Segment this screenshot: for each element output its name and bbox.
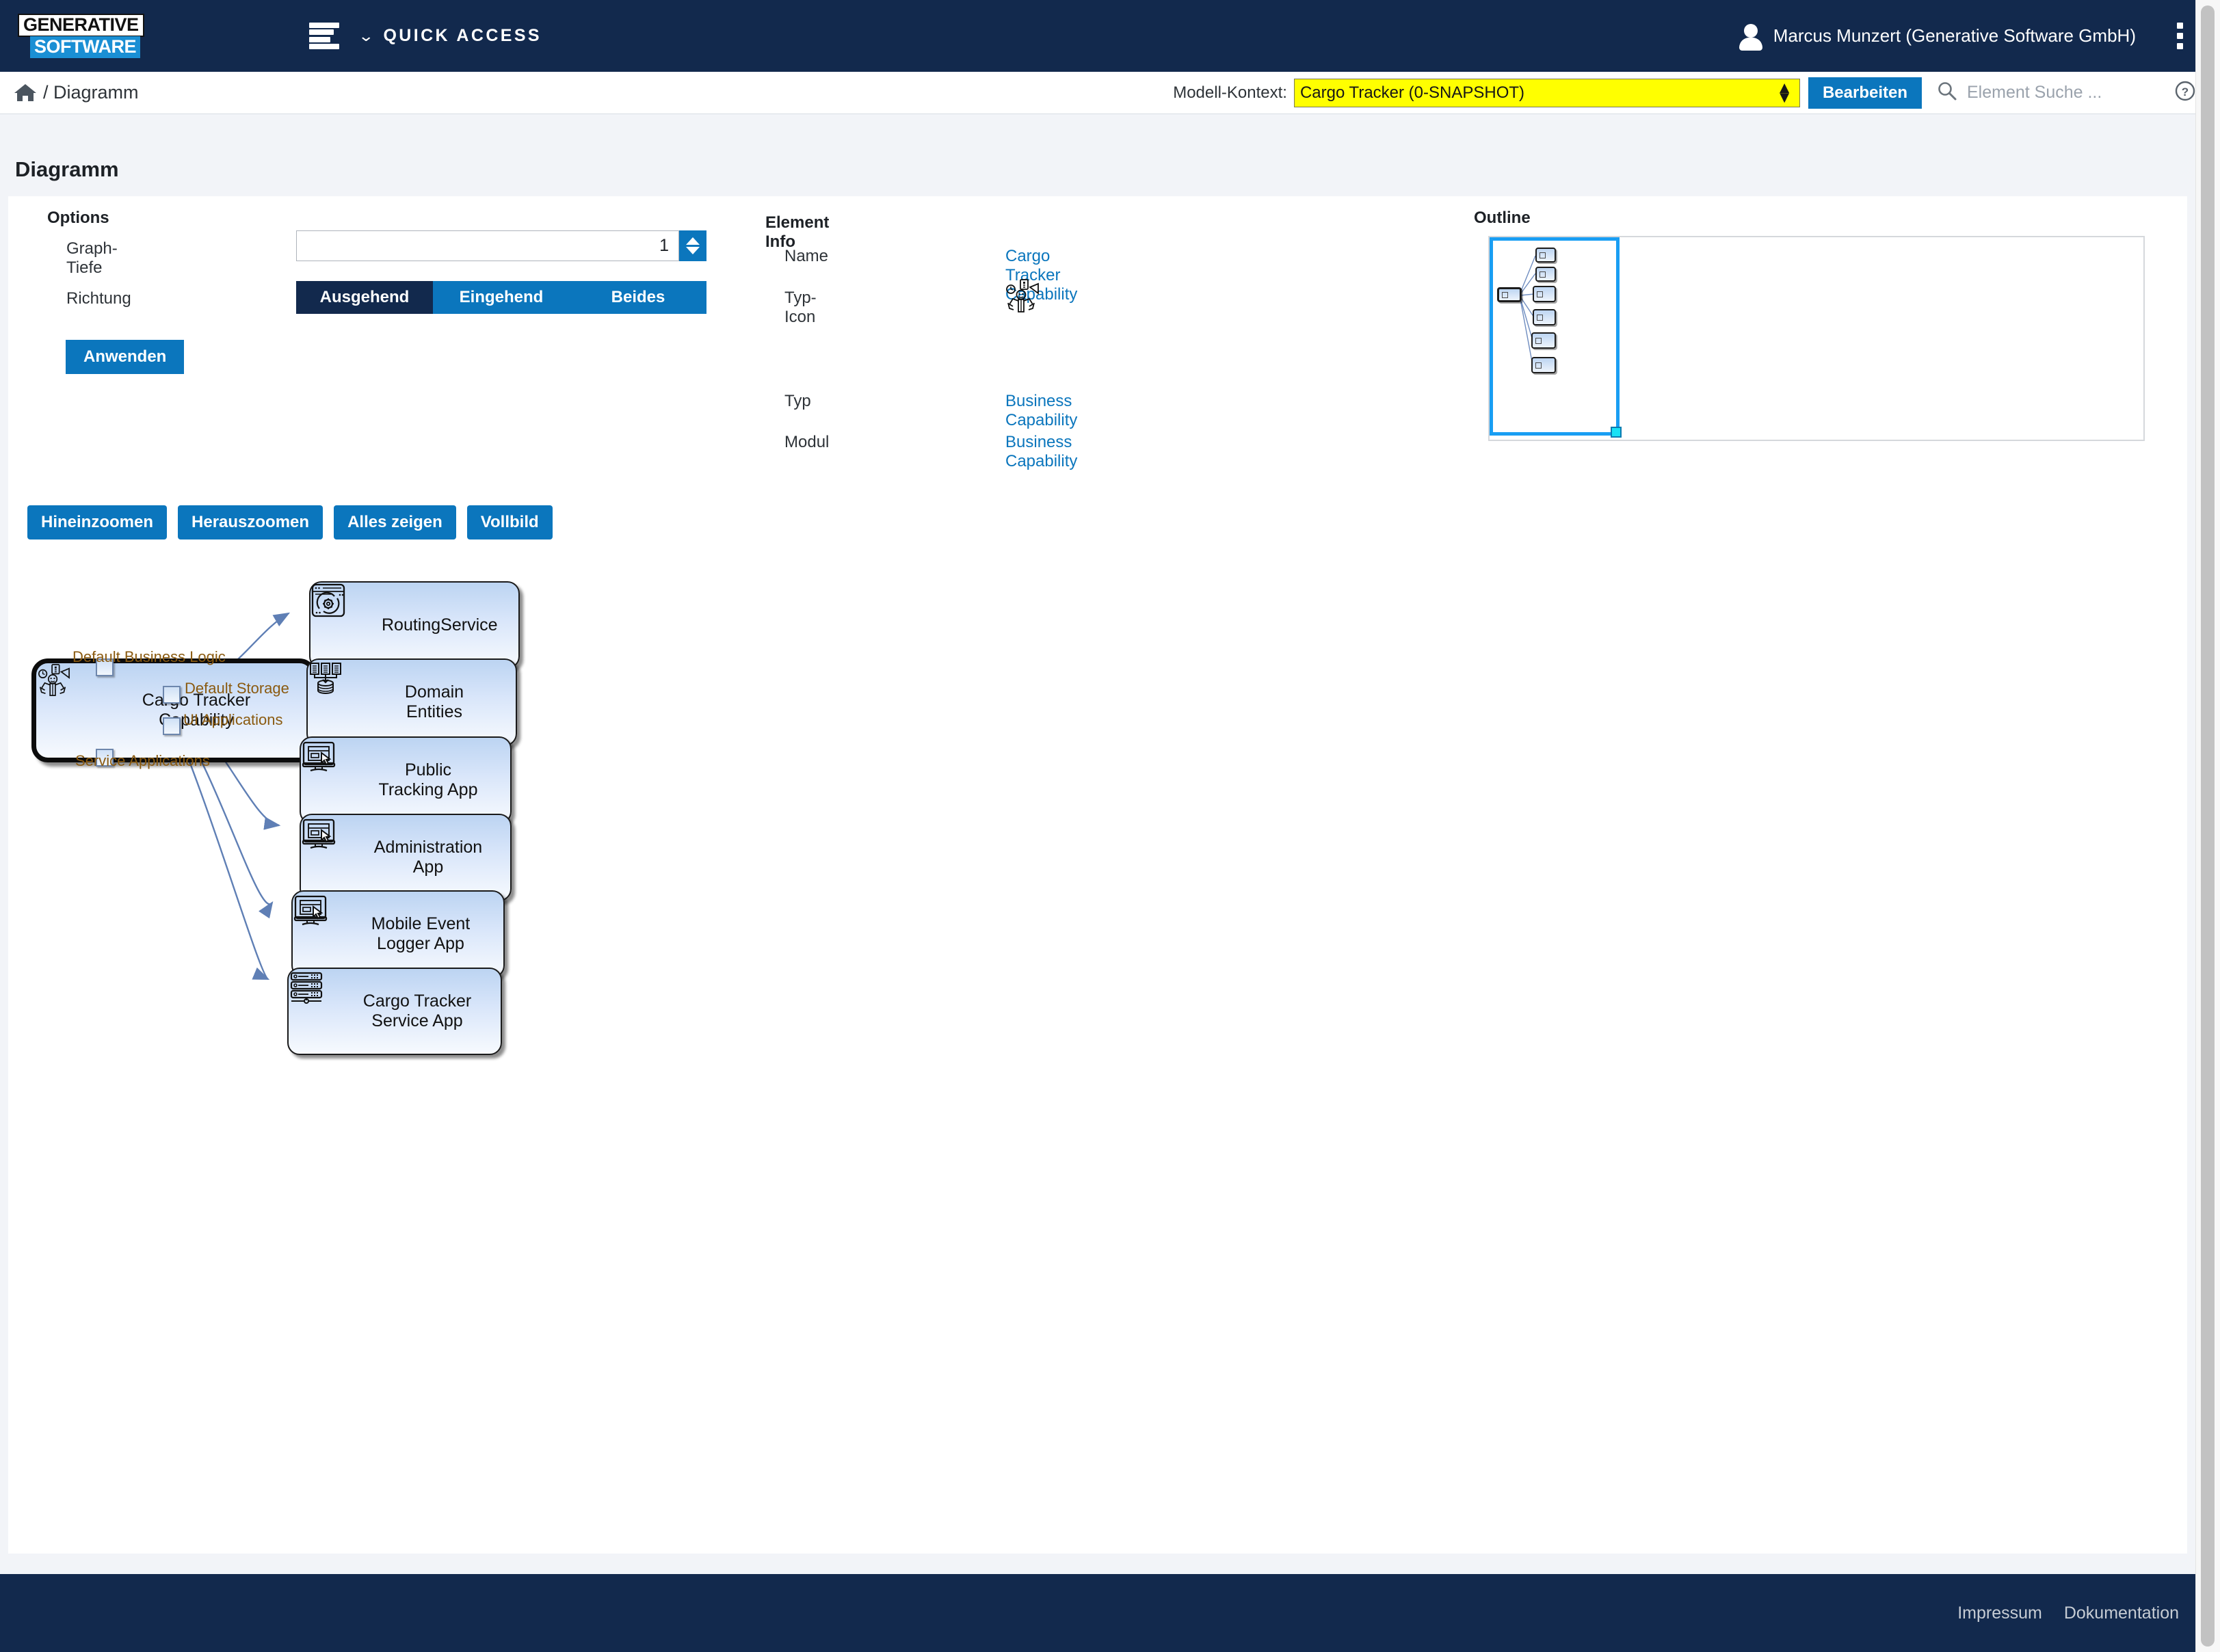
zoom-toolbar: Hineinzoomen Herauszoomen Alles zeigen V… — [27, 505, 553, 539]
logo-line-generative: GENERATIVE — [18, 14, 144, 37]
quick-access-menu[interactable]: ⌄ QUICK ACCESS — [358, 26, 542, 46]
outline-node — [1535, 248, 1556, 263]
stepper-down-icon — [686, 247, 700, 254]
element-info-key-name: Name — [784, 247, 829, 265]
graph-depth-input[interactable] — [296, 230, 679, 261]
outline-viewport[interactable] — [1490, 237, 1622, 438]
apply-button[interactable]: Anwenden — [66, 340, 185, 374]
stepper-up-icon — [686, 237, 700, 245]
diagram-port-label-ui-applications: UI Applications — [183, 711, 283, 728]
diagram-port-default-storage[interactable] — [163, 686, 181, 704]
application-root: GENERATIVE SOFTWARE ⌄ QUICK ACCESS Marcu… — [0, 0, 2220, 1652]
business-capability-icon — [1004, 278, 1040, 317]
outline-node — [1531, 332, 1556, 349]
outline-node-icon — [1537, 291, 1543, 297]
scrollbar-thumb[interactable] — [2201, 5, 2215, 1647]
diagram-port-label-default-storage: Default Storage — [185, 680, 289, 697]
outline-node — [1533, 309, 1556, 325]
graph-depth-label: Graph-Tiefe — [66, 239, 118, 277]
home-icon[interactable] — [14, 83, 37, 103]
diagram-node-label: Administration App — [373, 838, 483, 877]
svg-text:?: ? — [2182, 85, 2189, 98]
direction-label: Richtung — [66, 289, 131, 308]
top-navigation-bar: GENERATIVE SOFTWARE ⌄ QUICK ACCESS Marcu… — [0, 0, 2195, 72]
select-arrows-icon: ▲ ▼ — [1776, 79, 1793, 107]
element-search — [1937, 81, 2165, 105]
direction-option-ausgehend[interactable]: Ausgehend — [296, 281, 433, 314]
vertical-scrollbar[interactable] — [2195, 0, 2220, 1652]
fullscreen-button[interactable]: Vollbild — [466, 505, 553, 539]
context-bar: / Diagramm Modell-Kontext: Cargo Tracker… — [0, 72, 2195, 114]
show-all-button[interactable]: Alles zeigen — [334, 505, 456, 539]
model-context-select[interactable]: Cargo Tracker (0-SNAPSHOT) ▲ ▼ — [1293, 78, 1800, 107]
diagram-node-routingservice[interactable]: RoutingService — [309, 581, 520, 669]
graph-depth-stepper — [296, 230, 706, 261]
element-info-key-typ: Typ — [784, 392, 811, 410]
outline-node-icon — [1535, 338, 1542, 344]
page-body: Diagramm Options Graph-Tiefe Richtung Au… — [0, 114, 2195, 1574]
element-info-key-typ-icon: Typ-Icon — [784, 289, 817, 326]
diagram-canvas[interactable]: Cargo Tracker Capability Default Busines… — [27, 552, 2168, 1523]
model-context-value: Cargo Tracker (0-SNAPSHOT) — [1299, 83, 1525, 102]
footer-link-dokumentation[interactable]: Dokumentation — [2064, 1603, 2179, 1623]
outline-node — [1535, 267, 1556, 282]
outline-node-icon — [1502, 292, 1508, 298]
diagram-node-cargo-tracker-service-app[interactable]: Cargo Tracker Service App — [287, 968, 502, 1055]
diagram-node-label: Cargo Tracker Service App — [362, 991, 472, 1030]
diagram-node-cargo-tracker-capability[interactable]: Cargo Tracker Capability — [31, 658, 316, 762]
chevron-down-icon: ⌄ — [358, 27, 375, 44]
diagram-port-label-service-applications: Service Applications — [75, 752, 210, 769]
kebab-menu-icon[interactable] — [2177, 23, 2183, 49]
direction-option-eingehend[interactable]: Eingehend — [433, 281, 570, 314]
outline-node — [1533, 286, 1556, 302]
diagram-node-public-tracking-app[interactable]: Public Tracking App — [300, 736, 512, 824]
diagram-node-label: Mobile Event Logger App — [371, 914, 471, 953]
logo-line-software: SOFTWARE — [30, 36, 140, 58]
avatar — [1739, 23, 1762, 51]
hamburger-icon[interactable] — [309, 22, 339, 50]
graph-depth-spinner[interactable] — [679, 230, 706, 261]
page-footer: Impressum Dokumentation — [0, 1574, 2195, 1652]
diagram-port-ui-applications[interactable] — [163, 717, 181, 735]
diagram-node-mobile-event-logger-app[interactable]: Mobile Event Logger App — [291, 890, 505, 978]
outline-node-icon — [1540, 271, 1546, 278]
model-context-label: Modell-Kontext: — [1173, 83, 1287, 102]
outline-node — [1531, 357, 1556, 373]
content-panel: Options Graph-Tiefe Richtung Ausgehend E… — [8, 196, 2187, 1554]
outline-title: Outline — [1474, 209, 1531, 227]
options-title: Options — [47, 209, 109, 227]
element-info-value-modul[interactable]: Business Capability — [1005, 433, 1077, 471]
diagram-node-label: Public Tracking App — [378, 760, 478, 799]
context-bar-right: Modell-Kontext: Cargo Tracker (0-SNAPSHO… — [1173, 77, 2195, 109]
edit-button[interactable]: Bearbeiten — [1808, 77, 1922, 109]
quick-access-label: QUICK ACCESS — [383, 26, 542, 45]
diagram-node-label: RoutingService — [382, 615, 498, 635]
zoom-in-button[interactable]: Hineinzoomen — [27, 505, 168, 539]
element-info-title: Element Info — [765, 213, 830, 251]
breadcrumb[interactable]: / Diagramm — [43, 82, 139, 103]
outline-node-icon — [1537, 315, 1543, 321]
footer-link-impressum[interactable]: Impressum — [1957, 1603, 2042, 1623]
diagram-node-domain-entities[interactable]: Domain Entities — [306, 658, 517, 746]
outline-node-icon — [1540, 252, 1546, 258]
element-info-key-modul: Modul — [784, 433, 830, 451]
outline-node-root — [1497, 287, 1522, 302]
diagram-node-label: Domain Entities — [404, 682, 464, 721]
search-input[interactable] — [1967, 83, 2165, 103]
element-info-value-typ[interactable]: Business Capability — [1005, 392, 1077, 430]
user-name: Marcus Munzert (Generative Software GmbH… — [1773, 25, 2136, 46]
help-circle-icon[interactable]: ? — [2175, 81, 2195, 105]
logo-generative-software[interactable]: GENERATIVE SOFTWARE — [18, 14, 152, 58]
outline-node-icon — [1535, 362, 1542, 369]
zoom-out-button[interactable]: Herauszoomen — [178, 505, 323, 539]
user-area[interactable]: Marcus Munzert (Generative Software GmbH… — [1739, 23, 2195, 51]
search-icon[interactable] — [1937, 81, 1957, 105]
diagram-port-label-default-business-logic: Default Business Logic — [72, 648, 226, 665]
diagram-node-administration-app[interactable]: Administration App — [300, 814, 512, 901]
direction-option-beides[interactable]: Beides — [570, 281, 706, 314]
outline-minimap[interactable] — [1488, 236, 2145, 441]
outline-resize-handle[interactable] — [1611, 427, 1622, 438]
page-title: Diagramm — [15, 157, 119, 181]
direction-segmented-control: Ausgehend Eingehend Beides — [296, 281, 706, 314]
